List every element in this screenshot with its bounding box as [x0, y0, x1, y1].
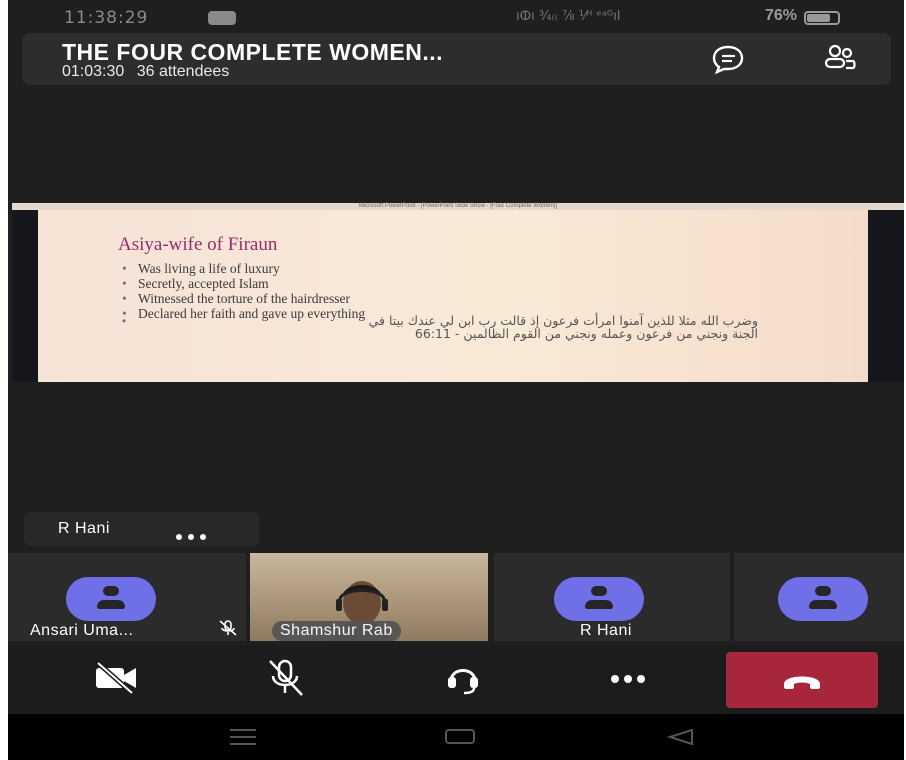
- participant-name: Shamshur Rab: [272, 621, 401, 641]
- hang-up-button[interactable]: [726, 652, 878, 708]
- people-icon: [824, 44, 856, 70]
- meeting-duration: 01:03:30: [62, 63, 125, 80]
- slide-bullets: Was living a life of luxury Secretly, ac…: [122, 261, 365, 321]
- participant-video-tile[interactable]: Shamshur Rab: [250, 553, 488, 641]
- home-icon[interactable]: [445, 729, 475, 744]
- more-icon: [611, 675, 645, 683]
- android-nav-bar: [8, 714, 904, 760]
- window-title-bar: Microsoft PowerPoint - [PowerPoint Slide…: [12, 203, 904, 210]
- slide-border-left: [12, 210, 38, 382]
- presentation-slide: Asiya-wife of Firaun Was living a life o…: [38, 210, 868, 382]
- slide-title: Asiya-wife of Firaun: [118, 234, 278, 255]
- participants-button[interactable]: [822, 43, 858, 75]
- camera-toggle-button[interactable]: [86, 655, 146, 699]
- participant-name: Ansari Uma...: [30, 622, 134, 639]
- arabic-line-2: الجنة ونجني من فرعون وعمله ونجني من القو…: [414, 326, 758, 341]
- chat-button[interactable]: [710, 43, 746, 75]
- slide-bullet: Secretly, accepted Islam: [122, 276, 365, 291]
- meeting-title: THE FOUR COMPLETE WOMEN...: [62, 39, 443, 65]
- meeting-meta: 01:03:30 36 attendees: [62, 63, 237, 81]
- active-speaker-name: R Hani: [58, 520, 110, 537]
- participant-tile[interactable]: Ansari Uma...: [8, 553, 246, 641]
- camera-off-icon: [96, 661, 136, 695]
- battery-fill: [807, 14, 830, 22]
- call-controls: [8, 645, 904, 714]
- active-speaker-chip[interactable]: R Hani: [24, 512, 259, 546]
- mic-off-icon: [219, 620, 237, 636]
- hang-up-icon: [784, 676, 820, 689]
- more-icon[interactable]: [176, 527, 216, 540]
- battery-icon: [804, 11, 840, 25]
- avatar-icon: [554, 577, 644, 621]
- participant-tile[interactable]: [734, 553, 904, 641]
- more-options-button[interactable]: [598, 655, 658, 699]
- participant-tile[interactable]: R Hani: [494, 553, 730, 641]
- battery-percent: 76%: [765, 7, 798, 24]
- meeting-header: THE FOUR COMPLETE WOMEN... 01:03:30 36 a…: [22, 33, 891, 85]
- recent-apps-icon[interactable]: [230, 729, 256, 750]
- status-time: 11:38:29: [64, 8, 149, 28]
- chat-icon: [712, 45, 744, 75]
- back-icon[interactable]: [666, 728, 696, 750]
- shared-screen[interactable]: Microsoft PowerPoint - [PowerPoint Slide…: [12, 203, 904, 382]
- teams-meeting-screen: 11:38:29 ıⵀı ¾₍₍ ⅞ ⅟ᴴ ᵉᵃᴳıl 76% THE FOUR…: [8, 0, 904, 760]
- arabic-bullet-marker: •: [122, 314, 127, 328]
- headset-icon: [448, 669, 478, 695]
- mic-off-icon: [269, 659, 303, 696]
- status-bar: 11:38:29 ıⵀı ¾₍₍ ⅞ ⅟ᴴ ᵉᵃᴳıl 76%: [8, 0, 904, 34]
- slide-bullet: Was living a life of luxury: [122, 261, 365, 276]
- network-info: ıⵀı ¾₍₍ ⅞ ⅟ᴴ ᵉᵃᴳıl: [516, 9, 621, 24]
- mic-toggle-button[interactable]: [256, 655, 316, 699]
- slide-border-right: [868, 210, 904, 382]
- slide-arabic-verse: وضرب الله مثلا للذين آمنوا امرأت فرعون إ…: [130, 314, 758, 340]
- recording-indicator-icon: [208, 11, 236, 25]
- slide-bullet: Witnessed the torture of the hairdresser: [122, 291, 365, 306]
- avatar-icon: [66, 577, 156, 621]
- attendee-count: 36 attendees: [136, 63, 230, 80]
- avatar-icon: [778, 577, 868, 621]
- participant-name: R Hani: [580, 622, 632, 639]
- audio-options-button[interactable]: [433, 655, 493, 699]
